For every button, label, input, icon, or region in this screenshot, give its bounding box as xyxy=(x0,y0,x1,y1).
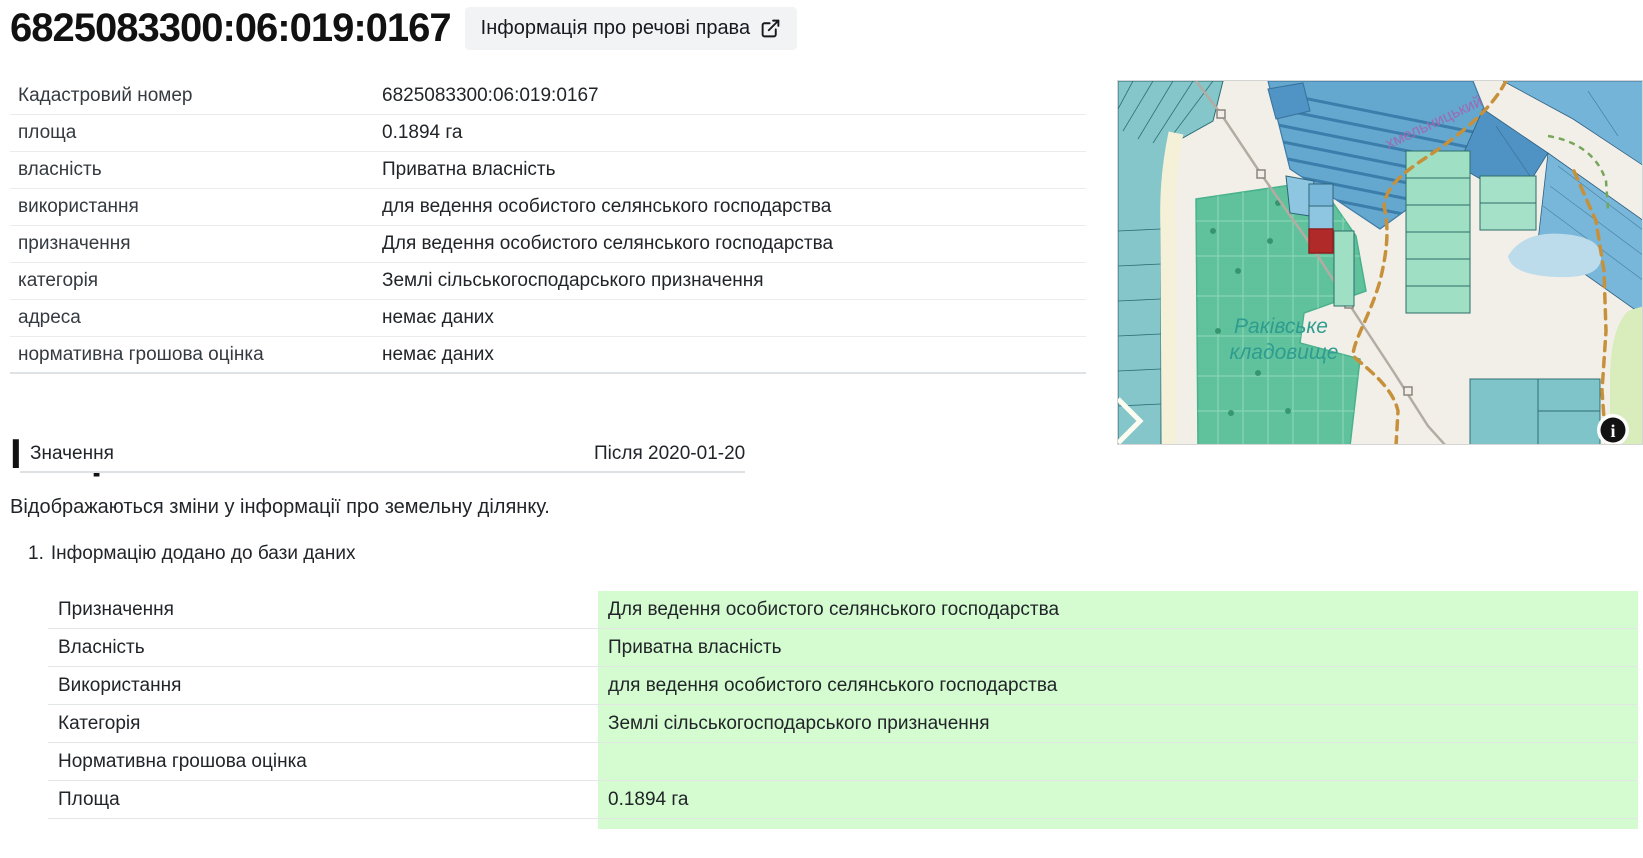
map-road-left xyxy=(1168,133,1176,445)
history-table: Значення Після 2020-01-20 Призначення Дл… xyxy=(48,591,1638,829)
table-row: Кадастровий номер 6825083300:06:019:0167 xyxy=(10,78,1086,115)
row-value: немає даних xyxy=(382,307,1086,329)
table-row: власність Приватна власність xyxy=(10,152,1086,189)
row-label: Призначення xyxy=(48,591,598,628)
cemetery-label-line2: кладовище xyxy=(1230,341,1339,364)
row-label: Нормативна грошова оцінка xyxy=(48,743,598,780)
row-value-highlighted: для ведення особистого селянського госпо… xyxy=(598,667,1638,704)
history-row: Категорія Землі сільськогосподарського п… xyxy=(48,705,1638,743)
history-entry-title-text: Інформацію додано до бази даних xyxy=(51,543,356,565)
property-rights-button[interactable]: Інформація про речові права xyxy=(465,7,797,50)
row-value-highlighted xyxy=(598,743,1638,780)
row-label: призначення xyxy=(10,233,382,255)
row-value: для ведення особистого селянського госпо… xyxy=(382,196,1086,218)
row-label: Категорія xyxy=(48,705,598,742)
highlighted-parcel-red[interactable] xyxy=(1309,229,1333,253)
history-entry-number: 1. xyxy=(28,543,44,565)
history-header-row: Значення Після 2020-01-20 xyxy=(20,436,745,473)
row-label: Кадастровий номер xyxy=(10,85,382,107)
row-label: площа xyxy=(10,122,382,144)
row-label: використання xyxy=(10,196,382,218)
history-section: Історія Відображаються зміни у інформаці… xyxy=(10,430,1643,829)
table-row: площа 0.1894 га xyxy=(10,115,1086,152)
row-value: 6825083300:06:019:0167 xyxy=(382,85,1086,107)
row-label: нормативна грошова оцінка xyxy=(10,344,382,366)
external-link-icon xyxy=(760,18,781,39)
row-value: немає даних xyxy=(382,344,1086,366)
row-value-highlighted: Для ведення особистого селянського госпо… xyxy=(598,591,1638,628)
history-header-value: Після 2020-01-20 xyxy=(584,436,745,471)
history-row-cutoff xyxy=(48,819,1638,829)
row-label: власність xyxy=(10,159,382,181)
history-entry: 1. Інформацію додано до бази даних Значе… xyxy=(10,543,1643,829)
history-entry-title: 1. Інформацію додано до бази даних xyxy=(28,543,1643,565)
history-row: Площа 0.1894 га xyxy=(48,781,1638,819)
table-row: нормативна грошова оцінка немає даних xyxy=(10,337,1086,374)
row-label: Використання xyxy=(48,667,598,704)
row-label: адреса xyxy=(10,307,382,329)
page-title: 6825083300:06:019:0167 xyxy=(10,6,451,51)
cadastral-map[interactable]: хмельницький Раківське кладовище i xyxy=(1117,80,1643,445)
history-row: Нормативна грошова оцінка xyxy=(48,743,1638,781)
cadastral-map-canvas: хмельницький Раківське кладовище i xyxy=(1118,81,1643,445)
row-value-highlighted: 0.1894 га xyxy=(598,781,1638,818)
row-value: Для ведення особистого селянського госпо… xyxy=(382,233,1086,255)
history-row: Власність Приватна власність xyxy=(48,629,1638,667)
row-value: Землі сільськогосподарського призначення xyxy=(382,270,1086,292)
header: 6825083300:06:019:0167 Інформація про ре… xyxy=(10,6,797,51)
table-row: адреса немає даних xyxy=(10,300,1086,337)
cemetery-label-line1: Раківське xyxy=(1234,315,1328,338)
row-label: Власність xyxy=(48,629,598,666)
row-value: 0.1894 га xyxy=(382,122,1086,144)
row-value: Приватна власність xyxy=(382,159,1086,181)
table-row: категорія Землі сільськогосподарського п… xyxy=(10,263,1086,300)
history-row: Призначення Для ведення особистого селян… xyxy=(48,591,1638,629)
parcel-info-table: Кадастровий номер 6825083300:06:019:0167… xyxy=(10,78,1086,374)
row-label: Площа xyxy=(48,781,598,818)
history-row: Використання для ведення особистого селя… xyxy=(48,667,1638,705)
history-header-label: Значення xyxy=(20,436,570,471)
history-description: Відображаються зміни у інформації про зе… xyxy=(10,496,1643,519)
table-row: використання для ведення особистого селя… xyxy=(10,189,1086,226)
table-row: призначення Для ведення особистого селян… xyxy=(10,226,1086,263)
row-label: категорія xyxy=(10,270,382,292)
row-value-highlighted: Приватна власність xyxy=(598,629,1638,666)
row-value-highlighted: Землі сільськогосподарського призначення xyxy=(598,705,1638,742)
property-rights-button-label: Інформація про речові права xyxy=(481,17,750,40)
